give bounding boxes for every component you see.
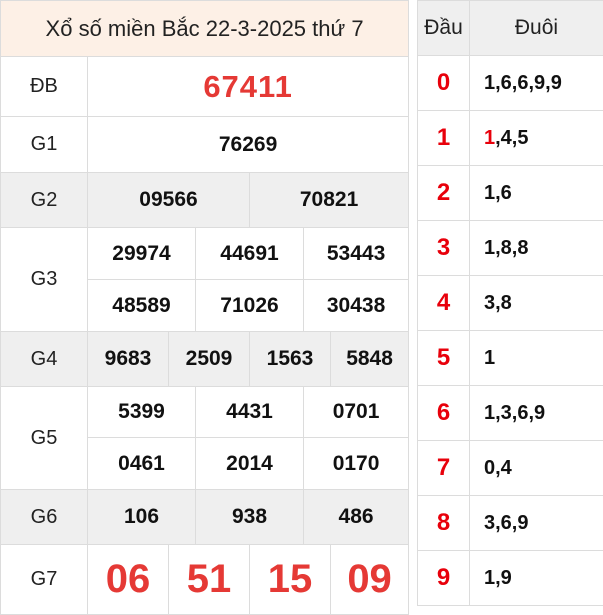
prize-g4: 5848 [329, 331, 410, 387]
prize-g6: 486 [302, 489, 410, 545]
loto-tail: 3,8 [469, 275, 603, 331]
loto-head: 3 [417, 220, 470, 276]
loto-tail: 0,4 [469, 440, 603, 496]
label-g3: G3 [0, 227, 88, 332]
loto-tail: 1,8,8 [469, 220, 603, 276]
special-prize: 67411 [86, 56, 410, 117]
prize-g3: 71026 [195, 279, 304, 332]
loto-tail-value: 1,3,6,9 [484, 401, 546, 424]
prize-g1: 76269 [86, 116, 410, 173]
loto-tail-value: ,4,5 [495, 126, 529, 149]
prize-g5: 4431 [195, 386, 304, 438]
prize-g3: 48589 [87, 279, 196, 332]
loto-head: 7 [417, 440, 470, 496]
loto-tail-value: 1 [484, 346, 496, 369]
results-title: Xổ số miền Bắc 22-3-2025 thứ 7 [0, 0, 410, 57]
loto-tail-highlight: 1 [484, 126, 496, 149]
label-db: ĐB [0, 56, 88, 117]
loto-tail-value: 3,6,9 [484, 511, 529, 534]
loto-head: 2 [417, 165, 470, 221]
loto-head: 4 [417, 275, 470, 331]
label-g6: G6 [0, 489, 88, 545]
prize-g6: 106 [87, 489, 196, 545]
prize-g5: 5399 [87, 386, 196, 438]
loto-tail-value: 1,8,8 [484, 236, 529, 259]
loto-head: 8 [417, 495, 470, 551]
loto-tail-value: 0,4 [484, 456, 512, 479]
label-g7: G7 [0, 544, 88, 615]
prize-g6: 938 [195, 489, 304, 545]
prize-g5: 0461 [87, 437, 196, 490]
prize-g4: 2509 [168, 331, 250, 387]
tail-column-label: Đuôi [469, 0, 603, 56]
loto-tail: 1,3,6,9 [469, 385, 603, 441]
loto-panel: Đầu Đuôi 0 1,6,6,9,9 1 1,4,5 2 1,6 3 1,8… [417, 0, 603, 615]
loto-tail-value: 1,9 [484, 566, 512, 589]
prize-g4: 1563 [249, 331, 331, 387]
prize-g3: 53443 [302, 227, 410, 280]
prize-g5: 0170 [302, 437, 410, 490]
loto-tail: 3,6,9 [469, 495, 603, 551]
loto-head: 6 [417, 385, 470, 441]
results-table: Xổ số miền Bắc 22-3-2025 thứ 7 ĐB 67411 … [0, 0, 410, 615]
loto-head: 1 [417, 110, 470, 166]
head-column-label: Đầu [417, 0, 470, 56]
loto-head: 5 [417, 330, 470, 386]
label-g2: G2 [0, 172, 88, 228]
prize-g5: 0701 [302, 386, 410, 438]
prize-g7: 09 [329, 544, 410, 615]
prize-g2: 09566 [87, 172, 250, 228]
loto-tail: 1 [469, 330, 603, 386]
prize-g4: 9683 [87, 331, 169, 387]
label-g1: G1 [0, 116, 88, 173]
prize-g7: 15 [249, 544, 331, 615]
prize-g3: 29974 [87, 227, 196, 280]
loto-table: Đầu Đuôi 0 1,6,6,9,9 1 1,4,5 2 1,6 3 1,8… [417, 0, 603, 606]
label-g5: G5 [0, 386, 88, 490]
loto-head: 0 [417, 55, 470, 111]
results-panel: Xổ số miền Bắc 22-3-2025 thứ 7 ĐB 67411 … [0, 0, 410, 615]
prize-g2: 70821 [248, 172, 410, 228]
loto-head: 9 [417, 550, 470, 606]
loto-tail: 1,6 [469, 165, 603, 221]
prize-g3: 30438 [302, 279, 410, 332]
label-g4: G4 [0, 331, 88, 387]
loto-tail: 1,9 [469, 550, 603, 606]
loto-tail-value: 1,6 [484, 181, 512, 204]
loto-tail: 1,4,5 [469, 110, 603, 166]
prize-g7: 51 [168, 544, 250, 615]
prize-g3: 44691 [195, 227, 304, 280]
prize-g5: 2014 [195, 437, 304, 490]
loto-tail: 1,6,6,9,9 [469, 55, 603, 111]
loto-tail-value: 1,6,6,9,9 [484, 71, 562, 94]
prize-g7: 06 [87, 544, 169, 615]
loto-tail-value: 3,8 [484, 291, 512, 314]
